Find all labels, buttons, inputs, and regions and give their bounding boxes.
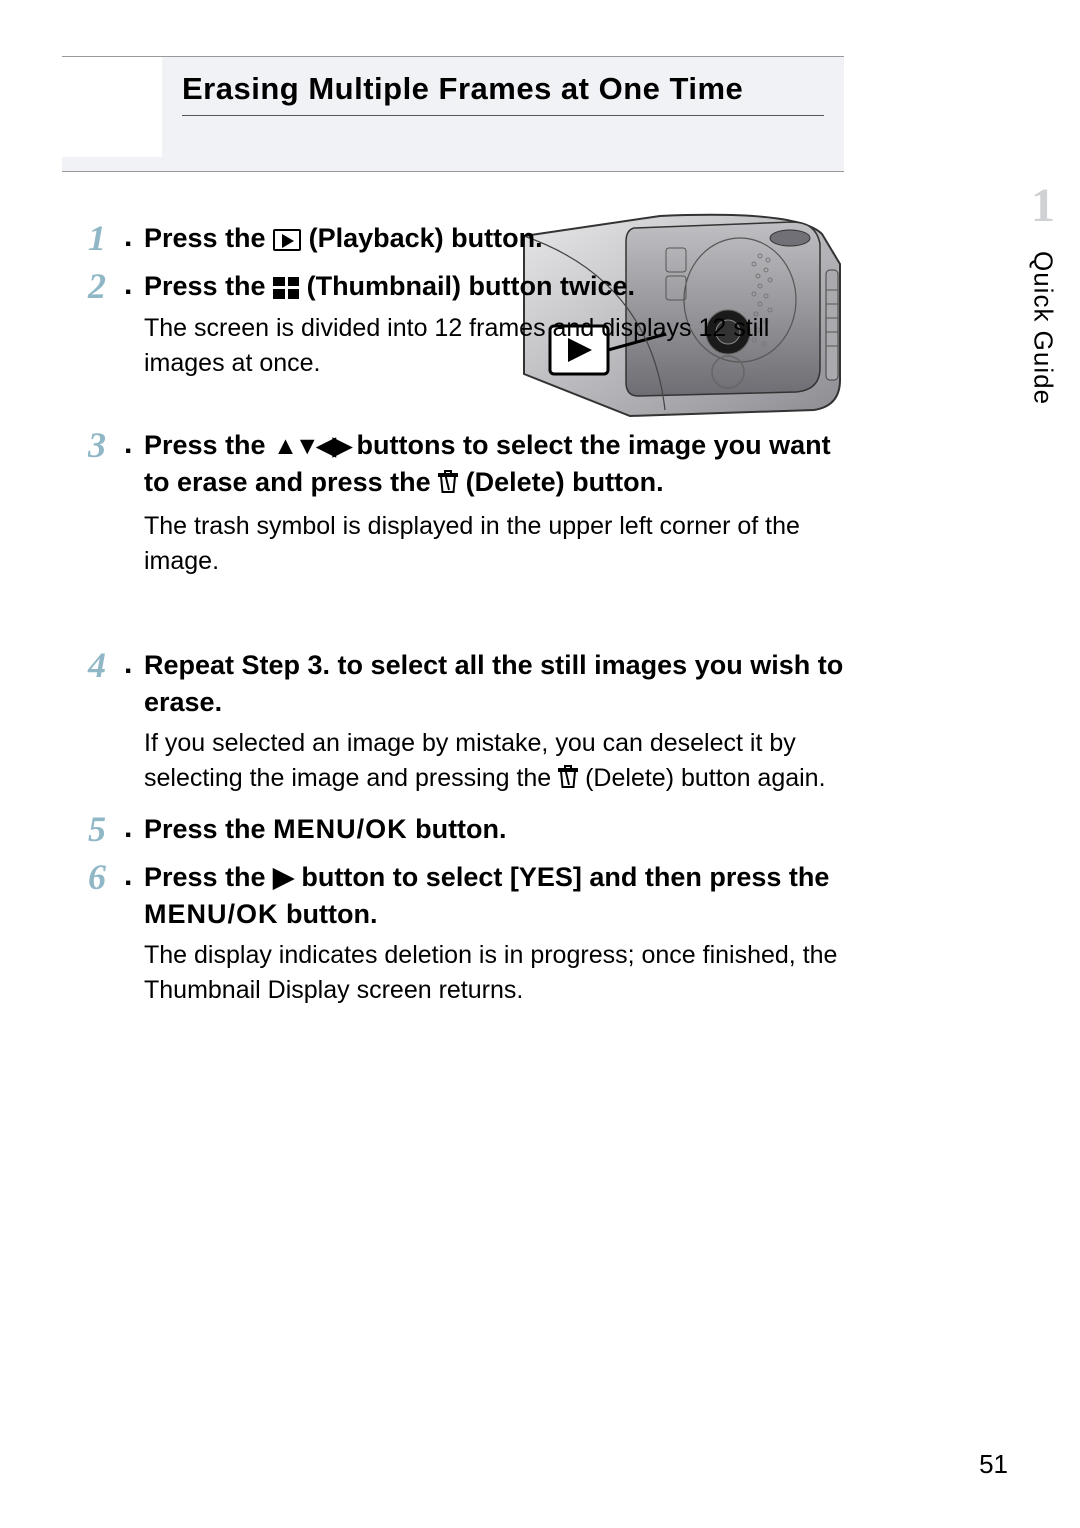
step-body-text: The display indicates deletion is in pro… [144, 938, 846, 1008]
step-3: 3 . Press the ▲▼◀▶ buttons to select the… [88, 427, 846, 579]
page-number: 51 [979, 1449, 1008, 1480]
step-title: Press the ▲▼◀▶ buttons to select the ima… [144, 427, 846, 503]
step-number: 3 [88, 427, 124, 463]
step-body-text: The trash symbol is displayed in the upp… [144, 509, 846, 579]
step-4: 4 . Repeat Step 3. to select all the sti… [88, 647, 846, 799]
delete-icon [558, 764, 578, 799]
instruction-list: 1 . Press the (Playback) button. 2 . Pre… [88, 220, 846, 1020]
section-title: Erasing Multiple Frames at One Time [182, 71, 824, 116]
step-number: 2 [88, 268, 124, 304]
chapter-tab: 1 Quick Guide [1006, 178, 1080, 412]
step-1: 1 . Press the (Playback) button. [88, 220, 846, 256]
direction-pad-icon: ▲▼◀▶ [273, 432, 349, 460]
section-header: Erasing Multiple Frames at One Time [62, 56, 844, 172]
step-number: 4 [88, 647, 124, 683]
step-number: 5 [88, 811, 124, 847]
chapter-number: 1 [1006, 178, 1080, 233]
step-title: Press the (Thumbnail) button twice. [144, 268, 846, 304]
step-title: Press the ▶ button to select [YES] and t… [144, 859, 846, 932]
chapter-label: Quick Guide [1006, 251, 1080, 412]
step-title: Press the MENU/OK button. [144, 811, 846, 847]
step-title: Repeat Step 3. to select all the still i… [144, 647, 846, 720]
step-title: Press the (Playback) button. [144, 220, 846, 256]
menu-ok-label: MENU/OK [273, 814, 408, 844]
playback-icon [273, 229, 301, 251]
header-decor-square [62, 57, 162, 157]
right-arrow-icon: ▶ [273, 862, 294, 892]
thumbnail-icon [273, 277, 299, 299]
step-2: 2 . Press the (Thumbnail) button twice. … [88, 268, 846, 380]
step-number: 1 [88, 220, 124, 256]
step-body-text: The screen is divided into 12 frames and… [144, 311, 846, 381]
step-body-text: If you selected an image by mistake, you… [144, 726, 846, 799]
step-5: 5 . Press the MENU/OK button. [88, 811, 846, 847]
step-number: 6 [88, 859, 124, 895]
menu-ok-label: MENU/OK [144, 899, 279, 929]
delete-icon [438, 467, 458, 503]
step-6: 6 . Press the ▶ button to select [YES] a… [88, 859, 846, 1008]
